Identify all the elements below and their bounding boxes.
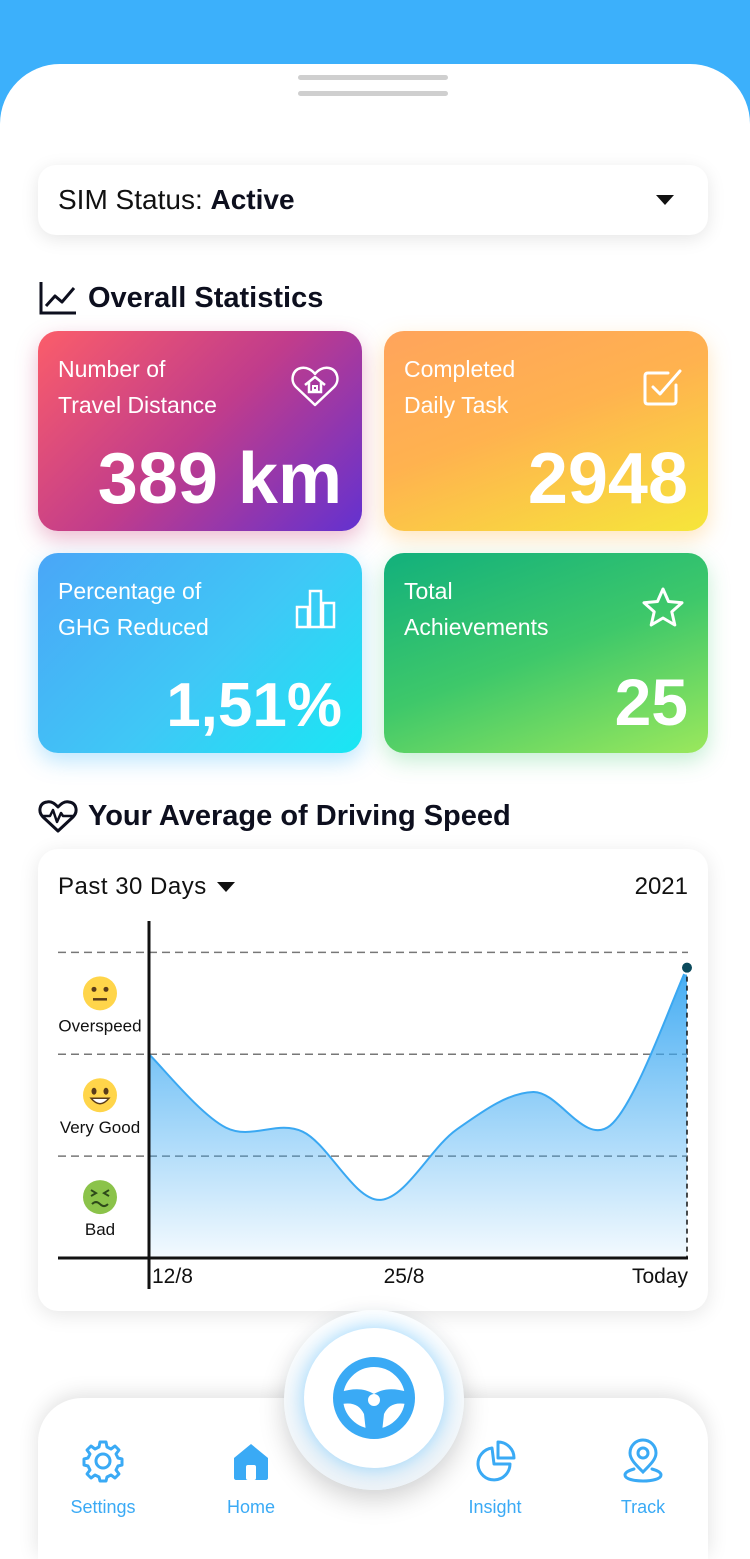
sim-status-dropdown[interactable]: SIM Status: Active [38, 165, 708, 235]
gear-icon [82, 1440, 124, 1483]
travel-distance-label: Number of Travel Distance [58, 351, 217, 423]
daily-task-value: 2948 [527, 439, 688, 519]
card-label-line2: Daily Task [404, 392, 509, 418]
nav-insight-label: Insight [468, 1497, 522, 1517]
ghg-reduced-card[interactable]: Percentage of GHG Reduced 1,51% [38, 553, 362, 753]
card-label-line2: GHG Reduced [58, 614, 209, 640]
x-tick-label: 12/8 [152, 1265, 193, 1288]
latest-data-point[interactable] [680, 960, 694, 975]
drive-button-inner [304, 1328, 444, 1468]
level-label: Very Good [60, 1118, 140, 1137]
daily-task-card[interactable]: Completed Daily Task 2948 [384, 331, 708, 531]
nav-settings[interactable]: Settings [48, 1438, 158, 1518]
driving-speed-heading: Your Average of Driving Speed [38, 798, 511, 834]
star-icon [642, 587, 684, 627]
achievements-value: 25 [614, 665, 688, 739]
line-chart-icon [39, 282, 76, 315]
nav-settings-label: Settings [70, 1497, 136, 1517]
nav-track-label: Track [620, 1497, 666, 1517]
level-label: Overspeed [58, 1016, 141, 1035]
nav-home-label: Home [226, 1497, 275, 1517]
daily-task-label: Completed Daily Task [404, 351, 515, 423]
card-label-line1: Total [404, 578, 453, 604]
driving-speed-title: Your Average of Driving Speed [88, 799, 511, 832]
sim-status-value: Active [210, 184, 295, 215]
home-icon [234, 1444, 268, 1480]
heartbeat-icon [38, 800, 78, 833]
nav-track[interactable]: Track [588, 1438, 698, 1518]
overall-statistics-heading: Overall Statistics [38, 280, 323, 316]
drag-handle-top[interactable] [298, 75, 448, 80]
heart-home-icon [291, 366, 339, 407]
nav-insight[interactable]: Insight [440, 1438, 550, 1518]
level-label: Bad [85, 1220, 115, 1239]
card-label-line2: Travel Distance [58, 392, 217, 418]
sim-status-text: SIM Status: Active [58, 184, 295, 216]
drive-button[interactable] [284, 1310, 464, 1490]
checkbox-icon [643, 369, 682, 406]
card-label-line2: Achievements [404, 614, 549, 640]
steering-wheel-icon [333, 1357, 415, 1439]
card-label-line1: Completed [404, 356, 516, 382]
sim-status-label: SIM Status: [58, 184, 203, 215]
overall-statistics-title: Overall Statistics [88, 281, 324, 314]
card-label-line1: Percentage of [58, 578, 202, 604]
bar-chart-icon [295, 589, 336, 629]
achievements-card[interactable]: Total Achievements 25 [384, 553, 708, 753]
travel-distance-value: 389 km [97, 439, 342, 519]
speed-chart: Overspeed Very Good Bad 12/8 25/8 Today [58, 921, 694, 1289]
pie-chart-icon [476, 1440, 516, 1482]
sick-face-icon [83, 1180, 117, 1215]
achievements-label: Total Achievements [404, 573, 548, 645]
travel-distance-card[interactable]: Number of Travel Distance 389 km [38, 331, 362, 531]
driving-speed-chart-card: Past 30 Days 2021 Overspeed Very Good Bad … [38, 849, 708, 1311]
drag-handle-bottom[interactable] [298, 91, 448, 96]
ghg-reduced-value: 1,51% [166, 671, 342, 740]
x-tick-label: Today [632, 1265, 689, 1288]
chevron-down-icon [656, 195, 674, 205]
neutral-face-icon [83, 976, 117, 1011]
series-area [149, 967, 687, 1258]
ghg-reduced-label: Percentage of GHG Reduced [58, 573, 209, 645]
x-tick-label: 25/8 [384, 1265, 425, 1288]
location-pin-icon [623, 1438, 663, 1483]
nav-home[interactable]: Home [196, 1438, 306, 1518]
card-label-line1: Number of [58, 356, 166, 382]
smiling-face-icon [83, 1078, 117, 1113]
